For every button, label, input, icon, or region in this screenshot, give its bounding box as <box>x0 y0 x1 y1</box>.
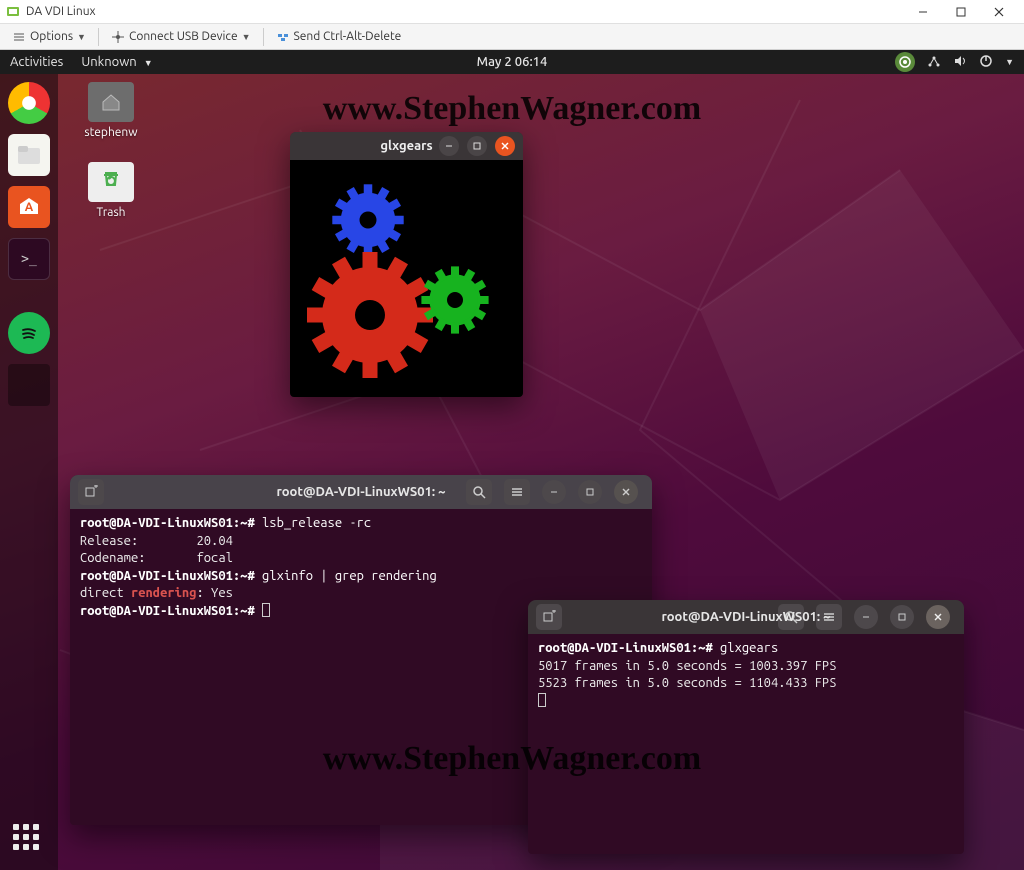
cursor <box>262 603 270 617</box>
window-maximize-button[interactable] <box>890 605 914 629</box>
new-tab-button[interactable] <box>78 479 104 505</box>
network-icon[interactable] <box>927 54 941 71</box>
vmware-horizon-icon <box>6 5 20 19</box>
desktop-icon-label: Trash <box>76 206 146 219</box>
window-close-button[interactable] <box>926 605 950 629</box>
window-close-button[interactable] <box>614 480 638 504</box>
glxgears-title: glxgears <box>380 139 432 153</box>
dock-icon-files[interactable] <box>8 134 50 176</box>
window-maximize-button[interactable] <box>578 480 602 504</box>
dock: A >_ <box>0 74 58 870</box>
clock[interactable]: May 2 06:14 <box>477 55 548 69</box>
terminal1-titlebar[interactable]: root@DA-VDI-LinuxWS01: ~ <box>70 475 652 509</box>
caret-down-icon: ▼ <box>77 32 86 42</box>
toolbar-separator <box>263 28 264 46</box>
glxgears-titlebar[interactable]: glxgears <box>290 132 523 160</box>
search-button[interactable] <box>466 479 492 505</box>
terminal2-body[interactable]: root@DA-VDI-LinuxWS01:~# glxgears 5017 f… <box>528 634 964 716</box>
caret-down-icon: ▼ <box>144 58 153 68</box>
volume-icon[interactable] <box>953 54 967 71</box>
terminal2-titlebar[interactable]: root@DA-VDI-LinuxWS01: ~ <box>528 600 964 634</box>
desktop-icon-trash[interactable]: Trash <box>76 162 146 219</box>
host-close-button[interactable] <box>980 1 1018 23</box>
window-minimize-button[interactable] <box>854 605 878 629</box>
desktop-icon-label: stephenw <box>76 126 146 139</box>
window-minimize-button[interactable] <box>439 136 459 156</box>
terminal2-title: root@DA-VDI-LinuxWS01: ~ <box>661 610 830 624</box>
terminal1-title: root@DA-VDI-LinuxWS01: ~ <box>276 485 445 499</box>
host-minimize-button[interactable] <box>904 1 942 23</box>
host-window-titlebar: DA VDI Linux <box>0 0 1024 24</box>
ubuntu-desktop[interactable]: Activities Unknown ▼ May 2 06:14 ▼ <box>0 50 1024 870</box>
host-maximize-button[interactable] <box>942 1 980 23</box>
window-maximize-button[interactable] <box>467 136 487 156</box>
caret-down-icon[interactable]: ▼ <box>1005 57 1014 67</box>
new-tab-button[interactable] <box>536 604 562 630</box>
dock-icon-chrome[interactable] <box>8 82 50 124</box>
usb-icon <box>111 30 125 44</box>
toolbar-separator <box>98 28 99 46</box>
connect-usb-menu[interactable]: Connect USB Device ▼ <box>105 28 257 46</box>
window-close-button[interactable] <box>495 136 515 156</box>
home-folder-icon <box>100 92 122 112</box>
dock-icon-software[interactable]: A <box>8 186 50 228</box>
dock-icon-terminal[interactable]: >_ <box>8 238 50 280</box>
host-toolbar: Options ▼ Connect USB Device ▼ Send Ctrl… <box>0 24 1024 50</box>
hamburger-icon <box>510 485 524 499</box>
svg-text:A: A <box>25 201 34 214</box>
glxgears-window[interactable]: glxgears <box>290 132 523 397</box>
glxgears-canvas <box>290 160 523 397</box>
window-minimize-button[interactable] <box>542 480 566 504</box>
hamburger-icon <box>12 30 26 44</box>
desktop-icon-home[interactable]: stephenw <box>76 82 146 139</box>
search-icon <box>472 485 486 499</box>
terminal-window-2[interactable]: root@DA-VDI-LinuxWS01: ~ root@DA-VDI-Lin… <box>528 600 964 854</box>
trash-icon <box>100 171 122 193</box>
options-menu[interactable]: Options ▼ <box>6 28 92 46</box>
dock-icon-window-thumb[interactable] <box>8 364 50 406</box>
cad-icon <box>276 30 290 44</box>
gnome-top-bar: Activities Unknown ▼ May 2 06:14 ▼ <box>0 50 1024 74</box>
cursor <box>538 693 546 707</box>
send-cad-button[interactable]: Send Ctrl-Alt-Delete <box>270 28 408 46</box>
power-icon[interactable] <box>979 54 993 71</box>
appimage-indicator-icon[interactable] <box>895 52 915 72</box>
watermark-text: www.StephenWagner.com <box>323 90 701 128</box>
app-menu-button[interactable]: Unknown ▼ <box>81 55 152 69</box>
show-applications-button[interactable] <box>13 824 45 856</box>
host-window-title: DA VDI Linux <box>26 5 96 18</box>
menu-button[interactable] <box>504 479 530 505</box>
activities-button[interactable]: Activities <box>10 55 63 69</box>
caret-down-icon: ▼ <box>242 32 251 42</box>
dock-icon-spotify[interactable] <box>8 312 50 354</box>
